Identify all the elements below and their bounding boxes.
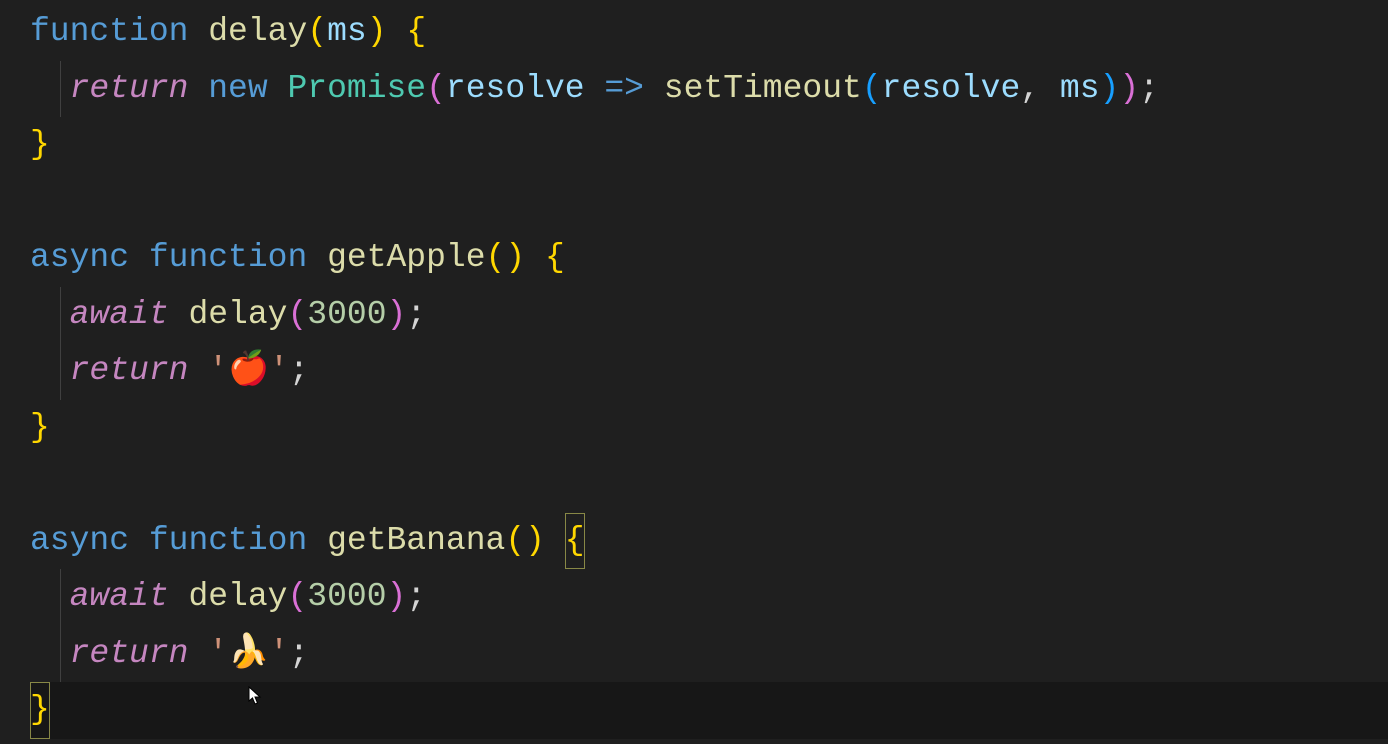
code-line-content: return '🍎'; xyxy=(30,352,309,389)
token-kw-it: return xyxy=(70,635,189,672)
token-brace-b: ) xyxy=(1100,70,1120,107)
bracket-match: } xyxy=(30,682,50,739)
token-brace-p: ( xyxy=(287,578,307,615)
token-kw: function xyxy=(149,522,307,559)
token-kw-it: return xyxy=(70,70,189,107)
token-pun: ; xyxy=(289,635,309,672)
token-fn: getApple xyxy=(327,239,485,276)
token-param: ms xyxy=(1060,70,1100,107)
token-kw-it: return xyxy=(70,352,189,389)
code-line-content: } xyxy=(30,409,50,446)
token-brace-y: } xyxy=(30,409,50,446)
code-line[interactable]: } xyxy=(30,682,1388,739)
token-kw-it: await xyxy=(70,578,169,615)
token-str: '🍎' xyxy=(208,352,289,389)
code-line[interactable]: await delay(3000); xyxy=(30,569,1388,626)
code-line-content: async function getApple() { xyxy=(30,239,565,276)
token-brace-p: ) xyxy=(1119,70,1139,107)
token-pun: ; xyxy=(406,578,426,615)
token-num: 3000 xyxy=(307,578,386,615)
code-line-content: return '🍌'; xyxy=(30,635,309,672)
code-line[interactable]: function delay(ms) { xyxy=(30,4,1388,61)
code-line-content: function delay(ms) { xyxy=(30,13,426,50)
token-kw: function xyxy=(149,239,307,276)
token-fn: getBanana xyxy=(327,522,505,559)
token-pun: ; xyxy=(1139,70,1159,107)
token-param: ms xyxy=(327,13,367,50)
code-line[interactable]: } xyxy=(30,117,1388,174)
code-line[interactable]: return new Promise(resolve => setTimeout… xyxy=(30,61,1388,118)
code-line[interactable]: return '🍌'; xyxy=(30,626,1388,683)
code-line[interactable] xyxy=(30,456,1388,513)
token-brace-y: ) xyxy=(525,522,545,559)
token-brace-y: ( xyxy=(505,522,525,559)
token-str: '🍌' xyxy=(208,635,289,672)
token-brace-y: ) xyxy=(505,239,525,276)
active-line-highlight xyxy=(30,682,1388,739)
code-editor[interactable]: function delay(ms) { return new Promise(… xyxy=(0,0,1388,744)
code-line[interactable]: async function getApple() { xyxy=(30,230,1388,287)
token-param: resolve xyxy=(446,70,585,107)
code-line-content: await delay(3000); xyxy=(30,296,426,333)
token-kw: => xyxy=(604,70,644,107)
token-brace-y: { xyxy=(406,13,426,50)
token-brace-y: ( xyxy=(307,13,327,50)
code-line[interactable]: } xyxy=(30,400,1388,457)
bracket-match: { xyxy=(565,513,585,570)
token-kw: async xyxy=(30,239,129,276)
code-line-content: } xyxy=(30,691,50,728)
code-line-content: } xyxy=(30,126,50,163)
token-brace-p: ) xyxy=(387,296,407,333)
token-num: 3000 xyxy=(307,296,386,333)
token-brace-p: ( xyxy=(426,70,446,107)
token-kw: function xyxy=(30,13,188,50)
token-brace-y: { xyxy=(545,239,565,276)
token-brace-p: ) xyxy=(387,578,407,615)
token-brace-y: ( xyxy=(486,239,506,276)
code-line[interactable]: async function getBanana() { xyxy=(30,513,1388,570)
token-fn: delay xyxy=(188,578,287,615)
token-fn: setTimeout xyxy=(664,70,862,107)
code-line[interactable] xyxy=(30,174,1388,231)
code-line[interactable]: return '🍎'; xyxy=(30,343,1388,400)
token-kw: async xyxy=(30,522,129,559)
token-pun: ; xyxy=(289,352,309,389)
token-param: resolve xyxy=(882,70,1021,107)
token-brace-p: ( xyxy=(287,296,307,333)
token-pun: , xyxy=(1020,70,1040,107)
token-fn: delay xyxy=(208,13,307,50)
token-fn: delay xyxy=(188,296,287,333)
token-cls: Promise xyxy=(287,70,426,107)
code-line-content: await delay(3000); xyxy=(30,578,426,615)
token-brace-y: ) xyxy=(367,13,387,50)
code-line-content: return new Promise(resolve => setTimeout… xyxy=(30,70,1159,107)
token-pun: ; xyxy=(406,296,426,333)
token-brace-y: } xyxy=(30,126,50,163)
token-kw-it: await xyxy=(70,296,169,333)
code-line-content: async function getBanana() { xyxy=(30,522,585,559)
code-line[interactable]: await delay(3000); xyxy=(30,287,1388,344)
token-kw: new xyxy=(208,70,267,107)
token-brace-b: ( xyxy=(862,70,882,107)
